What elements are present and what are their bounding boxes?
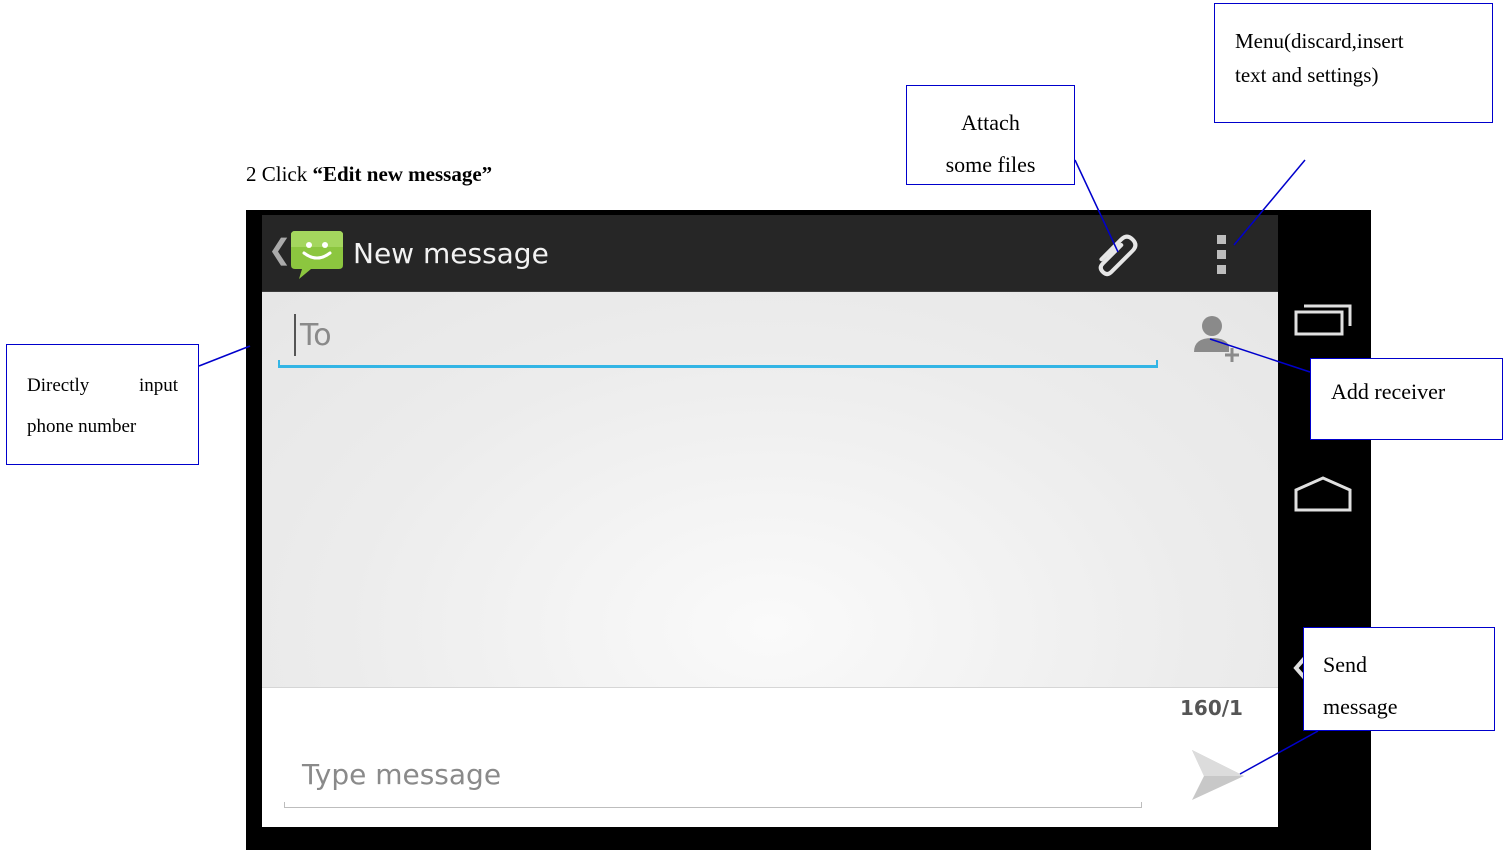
attach-button[interactable] [1087,229,1147,281]
message-input-underline [284,802,1142,808]
callout-add-receiver: Add receiver [1310,358,1503,440]
callout-send: Send message [1303,627,1495,731]
callout-send-line2: message [1323,694,1398,719]
recipient-input-underline [278,360,1158,368]
compose-area: 160/1 Type message [262,687,1278,827]
screen: ❮ New message To 160/1 Type message [262,215,1278,827]
character-counter: 160/1 [1180,696,1243,720]
action-bar: ❮ New message [262,215,1278,292]
callout-menu-line1: Menu(discard,insert [1235,29,1404,53]
callout-input-line2: phone number [27,416,137,437]
message-input[interactable]: Type message [302,758,1002,798]
recents-icon [1294,304,1352,336]
overflow-menu-button[interactable] [1202,229,1242,281]
recipient-input[interactable]: To [300,318,800,358]
messaging-app-icon[interactable] [289,225,345,281]
add-receiver-button[interactable] [1192,312,1242,362]
callout-menu: Menu(discard,insert text and settings) [1214,3,1493,123]
recipient-area: To [262,292,1278,687]
device-frame: ❮ New message To 160/1 Type message [246,210,1371,850]
callout-menu-line2: text and settings) [1235,63,1379,87]
overflow-menu-icon [1217,235,1226,274]
callout-input-word1: Directly [27,375,90,396]
callout-phone-input: Directly input phone number [6,344,199,465]
page-title: New message [353,237,549,270]
up-navigation-icon[interactable]: ❮ [268,233,291,266]
recents-button[interactable] [1290,298,1356,338]
callout-attach: Attach some files [906,85,1075,185]
send-icon [1192,750,1244,800]
system-nav-bar [1278,210,1371,850]
step-caption-prefix: 2 Click [246,162,313,186]
add-person-icon [1194,316,1239,362]
home-icon [1294,476,1352,512]
text-cursor [294,314,296,356]
send-button[interactable] [1188,746,1248,802]
step-caption: 2 Click “Edit new message” [246,162,492,187]
callout-attach-line1: Attach [961,110,1020,135]
callout-attach-line2: some files [945,152,1036,177]
step-caption-emphasis: “Edit new message” [312,162,493,186]
callout-send-line1: Send [1323,652,1367,677]
paperclip-icon [1098,234,1138,277]
home-button[interactable] [1290,474,1356,514]
callout-receiver-text: Add receiver [1331,379,1446,404]
callout-input-word2: input [138,375,178,396]
